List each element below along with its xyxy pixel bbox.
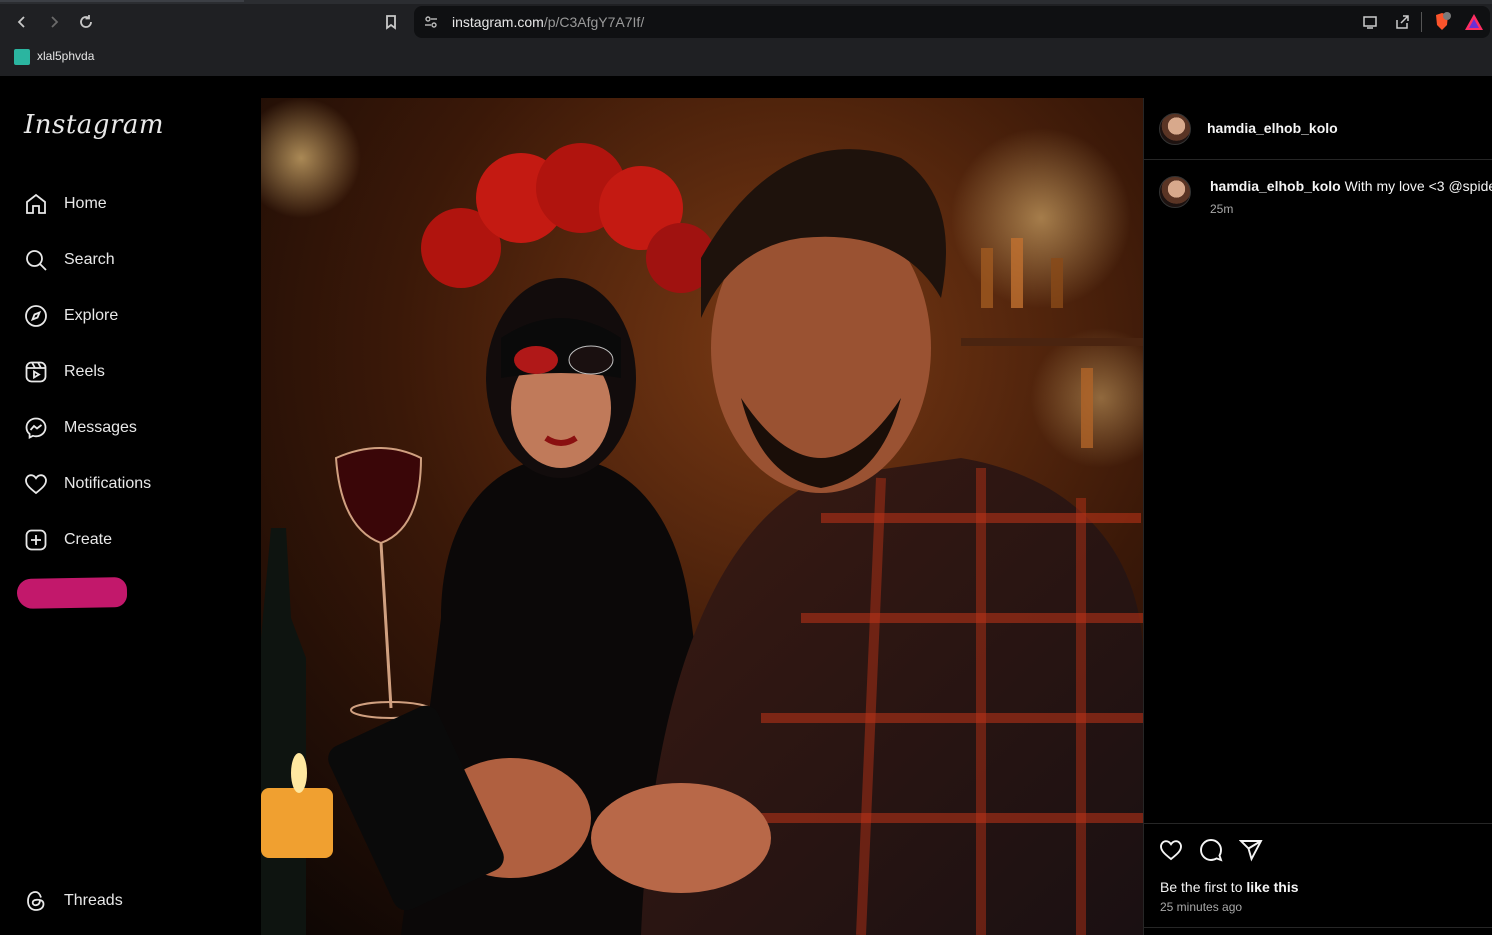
sidebar-item-messages[interactable]: Messages [24,412,224,444]
comment-icon [1200,839,1223,862]
post-header: hamdia_elhob_kolo [1144,98,1492,160]
reload-button[interactable] [74,10,98,34]
sidebar-item-label: Create [64,531,113,548]
divider [1144,927,1492,928]
sidebar-item-label: Explore [64,307,119,324]
send-icon [1238,840,1263,862]
back-arrow-icon [17,16,25,28]
post-details-panel: hamdia_elhob_kolo hamdia_elhob_kolo With… [1143,98,1492,935]
brave-shields-icon[interactable] [1432,12,1452,32]
post-timestamp[interactable]: 25 minutes ago [1160,900,1242,914]
url-text: instagram.com/p/C3AfgY7A7If/ [452,14,645,30]
share-post-button[interactable] [1238,838,1263,862]
browser-chrome: instagram.com/p/C3AfgY7A7If/ xlal5phvda [0,0,1492,76]
bookmark-page-button[interactable] [379,10,403,34]
compass-icon [25,305,47,327]
share-icon[interactable] [1394,14,1410,30]
bookmark-item[interactable]: xlal5phvda [37,49,94,63]
forward-button[interactable] [42,10,66,34]
forward-arrow-icon [51,16,59,28]
cast-icon[interactable] [1362,14,1378,30]
bookmark-favicon-icon [14,49,30,65]
sidebar-item-label: Home [64,195,107,212]
address-bar[interactable]: instagram.com/p/C3AfgY7A7If/ [414,6,1490,38]
redaction-mark [16,577,128,609]
heart-icon [1160,840,1182,861]
reload-icon [80,15,92,28]
sidebar-item-home[interactable]: Home [24,188,224,220]
reels-icon [25,361,47,383]
bookmarks-bar: xlal5phvda [0,44,1492,76]
sidebar-item-threads[interactable]: Threads [24,885,224,917]
tab-strip [0,0,1492,4]
sidebar-item-explore[interactable]: Explore [24,300,224,332]
sidebar-item-search[interactable]: Search [24,244,224,276]
threads-icon [27,891,45,911]
post-author-username[interactable]: hamdia_elhob_kolo [1207,120,1338,136]
caption-avatar[interactable] [1159,176,1191,208]
post-photo[interactable] [261,98,1143,935]
like-button[interactable] [1159,838,1183,862]
plus-square-icon [25,529,47,551]
home-icon [26,193,46,214]
avatar[interactable] [1159,113,1191,145]
sidebar-item-reels[interactable]: Reels [24,356,224,388]
search-icon [26,250,47,271]
site-info-icon[interactable] [424,15,438,29]
brave-rewards-icon[interactable] [1464,13,1484,31]
sidebar-item-label: Reels [64,363,105,380]
photo-illustration [261,98,1143,935]
messenger-icon [25,417,47,439]
divider [1144,823,1492,824]
caption-timestamp[interactable]: 25m [1210,202,1233,216]
sidebar-item-notifications[interactable]: Notifications [24,468,224,500]
sidebar-item-label: Search [64,251,115,268]
sidebar-item-create[interactable]: Create [24,524,224,556]
caption-username[interactable]: hamdia_elhob_kolo [1210,178,1341,194]
sidebar-item-label: Notifications [64,475,152,492]
caption-text: With my love <3 @spider [1340,178,1492,194]
instagram-logo[interactable]: Instagram [24,110,164,140]
sidebar-item-label: Messages [64,419,137,436]
sidebar-item-label: Threads [64,892,123,909]
heart-icon [25,474,47,495]
bookmark-icon [386,15,396,30]
post-caption: hamdia_elhob_kolo With my love <3 @spide… [1210,178,1492,194]
like-this-link[interactable]: like this [1246,879,1298,895]
comment-button[interactable] [1199,838,1223,862]
sidebar: Instagram Home Search Explore Reels Mess… [0,76,244,935]
likes-text: Be the first to like this [1160,879,1299,895]
back-button[interactable] [10,10,34,34]
